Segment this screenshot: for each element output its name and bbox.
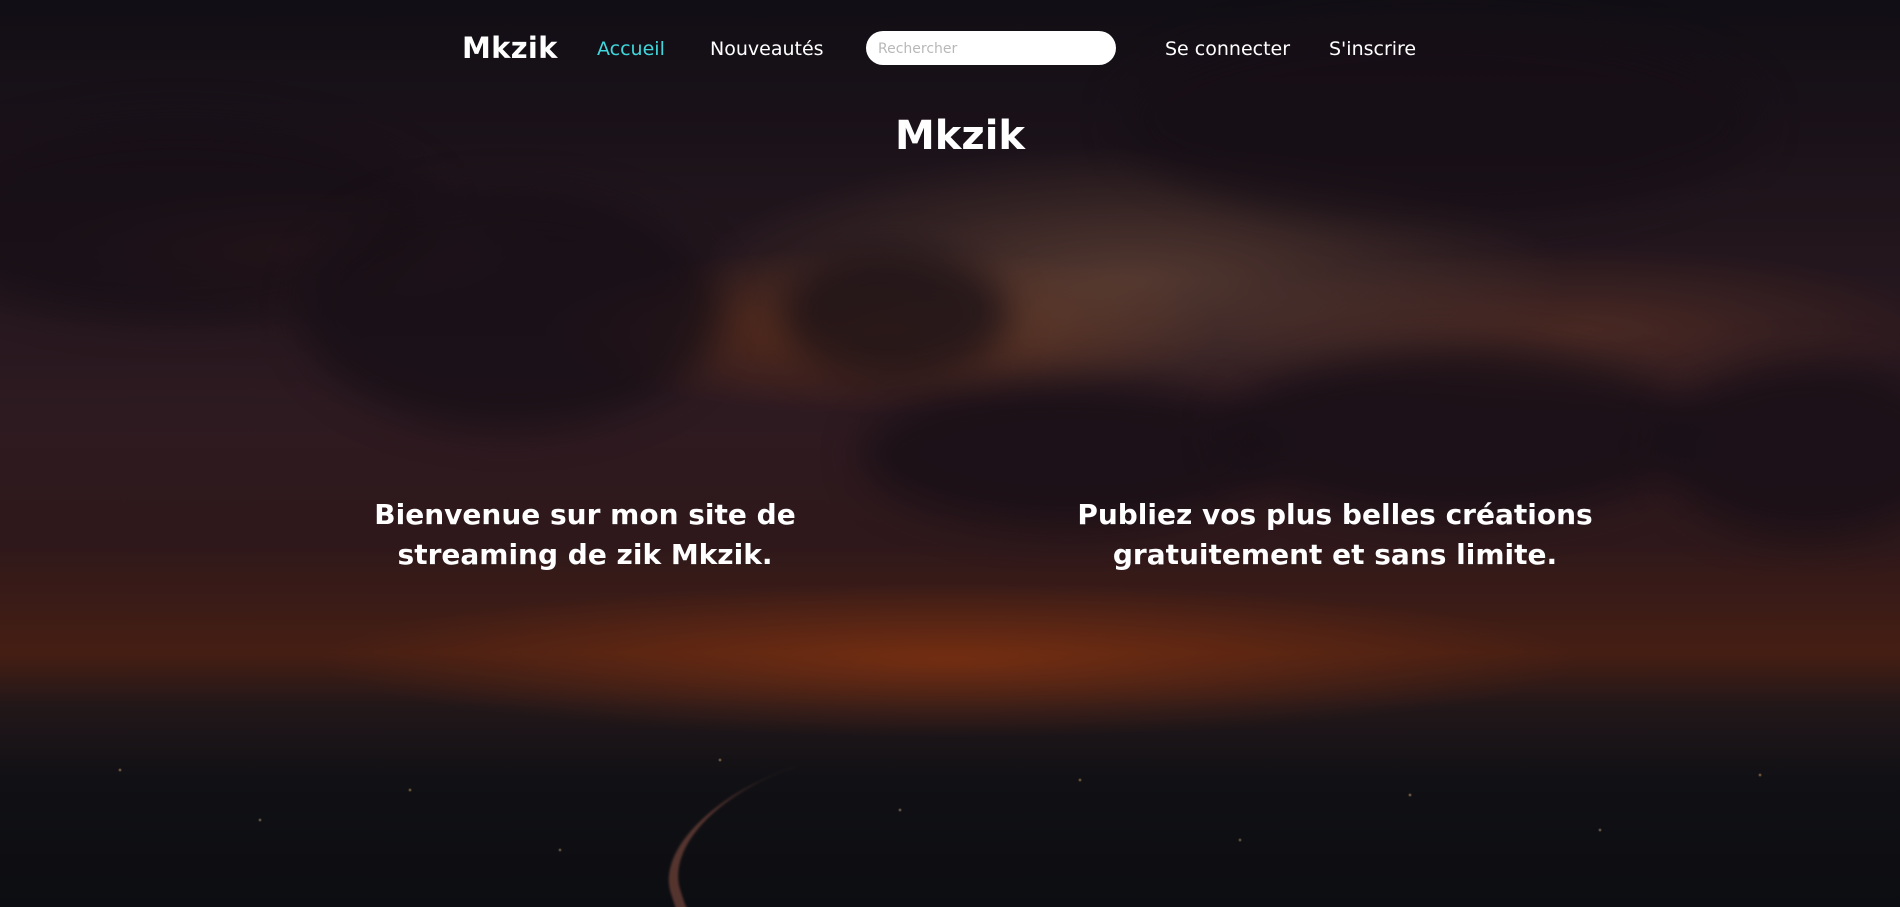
page-title: Mkzik <box>895 113 1025 159</box>
search-input[interactable] <box>866 31 1116 65</box>
top-navbar: Mkzik Accueil Nouveautés Se connecter S'… <box>0 26 1900 72</box>
welcome-tagline: Bienvenue sur mon site de streaming de z… <box>374 498 796 571</box>
nav-link-news[interactable]: Nouveautés <box>710 38 824 60</box>
signup-link[interactable]: S'inscrire <box>1329 38 1416 60</box>
brand-logo[interactable]: Mkzik <box>462 31 558 65</box>
login-link[interactable]: Se connecter <box>1165 38 1290 60</box>
publish-tagline: Publiez vos plus belles créations gratui… <box>1077 498 1593 571</box>
nav-link-home[interactable]: Accueil <box>597 38 665 60</box>
